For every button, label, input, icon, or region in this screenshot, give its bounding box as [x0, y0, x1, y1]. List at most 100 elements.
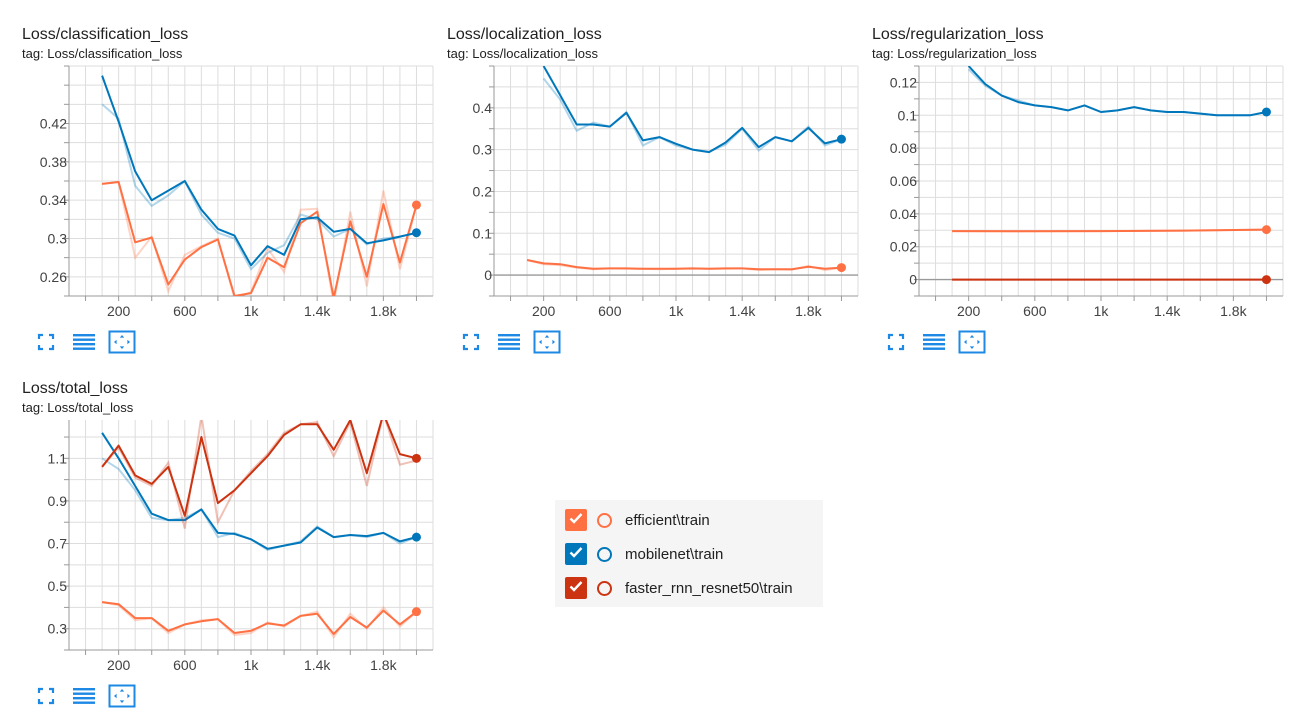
y-tick-label: 0.7: [48, 536, 68, 552]
chart-tag: tag: Loss/localization_loss: [447, 46, 599, 61]
lines-icon: [497, 332, 521, 357]
y-tick-label: 0.9: [48, 493, 68, 509]
chart-card-localization: Loss/localization_loss tag: Loss/localiz…: [447, 26, 862, 356]
series-raw-line-mobilenet: [101, 103, 417, 271]
x-tick-label: 1k: [244, 657, 260, 673]
fit-domain-button[interactable]: [108, 330, 136, 359]
series-end-marker-mobilenet[interactable]: [411, 532, 421, 542]
toggle-log-scale-button[interactable]: [70, 685, 98, 711]
run-label: mobilenet\train: [625, 545, 724, 563]
x-tick-label: 1.8k: [370, 657, 397, 673]
y-tick-label: 0.42: [40, 116, 67, 132]
chart-card-classification: Loss/classification_loss tag: Loss/class…: [22, 26, 437, 356]
series-end-marker-mobilenet[interactable]: [836, 134, 846, 144]
fit-domain-button[interactable]: [533, 330, 561, 357]
chart-toolbar: [457, 330, 561, 357]
check-icon: [568, 578, 584, 599]
fit-domain-icon: [108, 684, 136, 713]
legend-item-mobilenet[interactable]: mobilenet\train: [565, 540, 723, 568]
series-line-mobilenet[interactable]: [101, 432, 417, 550]
plot-area[interactable]: 200 600 1k 1.4k 1.8k 0.26 0.3 0.34 0.38 0.42: [22, 65, 437, 326]
y-tick-label: 0.3: [48, 621, 68, 637]
plot-area[interactable]: 200 600 1k 1.4k 1.8k 0 0.02 0.04 0.06 0.08 0.1 0.12: [872, 65, 1287, 326]
x-tick-label: 1.8k: [370, 303, 397, 319]
lines-icon: [922, 332, 946, 357]
fullscreen-button[interactable]: [882, 331, 910, 357]
fullscreen-icon: [36, 332, 56, 357]
legend-item-efficient[interactable]: efficient\train: [565, 506, 710, 534]
chart-title: Loss/regularization_loss: [872, 26, 1044, 43]
fullscreen-button[interactable]: [32, 685, 60, 711]
y-tick-label: 0.06: [890, 173, 917, 189]
run-checkbox[interactable]: [565, 577, 587, 599]
chart-card-regularization: Loss/regularization_loss tag: Loss/regul…: [872, 26, 1287, 356]
plot-area[interactable]: 200 600 1k 1.4k 1.8k 0 0.1 0.2 0.3 0.4: [447, 65, 862, 326]
run-label: efficient\train: [625, 511, 710, 529]
chart-tag: tag: Loss/regularization_loss: [872, 46, 1037, 61]
plot-area[interactable]: 200 600 1k 1.4k 1.8k 0.3 0.5 0.7 0.9 1.1: [22, 420, 437, 680]
fit-domain-button[interactable]: [958, 330, 986, 359]
x-tick-label: 600: [598, 303, 622, 319]
x-tick-label: 200: [532, 303, 556, 319]
series-end-marker-efficient[interactable]: [411, 200, 421, 210]
grid: [494, 65, 859, 297]
x-tick-label: 600: [173, 303, 197, 319]
x-tick-label: 1k: [1094, 303, 1110, 319]
fullscreen-icon: [36, 686, 56, 711]
series-end-marker-mobilenet[interactable]: [1261, 107, 1271, 117]
x-tick-label: 1.4k: [304, 303, 331, 319]
toggle-log-scale-button[interactable]: [495, 331, 523, 357]
run-color-ring-icon[interactable]: [597, 512, 612, 528]
y-tick-label: 0.34: [40, 192, 67, 208]
fit-domain-button[interactable]: [108, 684, 136, 713]
chart-toolbar: [882, 330, 986, 359]
lines-icon: [72, 686, 96, 711]
x-tick-label: 1k: [669, 303, 685, 319]
x-tick-label: 200: [107, 303, 131, 319]
run-color-ring-icon[interactable]: [597, 546, 612, 562]
chart-title: Loss/total_loss: [22, 380, 128, 397]
fullscreen-icon: [461, 332, 481, 357]
toggle-log-scale-button[interactable]: [70, 331, 98, 357]
legend-item-faster-rnn[interactable]: faster_rnn_resnet50\train: [565, 574, 793, 602]
run-checkbox[interactable]: [565, 509, 587, 531]
y-tick-label: 0.3: [48, 231, 68, 247]
series-line-efficient[interactable]: [101, 601, 418, 635]
series-end-marker-efficient[interactable]: [411, 607, 421, 617]
y-tick-label: 0.3: [473, 142, 493, 158]
check-icon: [568, 510, 584, 531]
y-tick-label: 0.1: [898, 107, 918, 123]
run-checkbox[interactable]: [565, 543, 587, 565]
x-tick-label: 1.4k: [729, 303, 756, 319]
chart-card-total: Loss/total_loss tag: Loss/total_loss 200…: [22, 380, 437, 715]
fullscreen-button[interactable]: [32, 331, 60, 357]
chart-tag: tag: Loss/total_loss: [22, 400, 134, 415]
lines-icon: [72, 332, 96, 357]
series-end-marker-faster[interactable]: [1261, 275, 1271, 285]
check-icon: [568, 544, 584, 565]
chart-tag: tag: Loss/classification_loss: [22, 46, 183, 61]
chart-toolbar: [32, 684, 136, 713]
x-tick-label: 1.4k: [304, 657, 331, 673]
chart-title: Loss/localization_loss: [447, 26, 602, 43]
fit-domain-icon: [108, 330, 136, 359]
y-tick-label: 0: [909, 272, 917, 288]
runs-legend: efficient\train mobilenet\train faster_r…: [555, 500, 823, 607]
series-end-marker-efficient[interactable]: [836, 263, 846, 273]
y-tick-label: 0.5: [48, 578, 68, 594]
series-end-marker-efficient[interactable]: [1261, 225, 1271, 235]
fit-domain-icon: [958, 330, 986, 359]
x-tick-label: 200: [957, 303, 981, 319]
series-end-marker-faster[interactable]: [411, 453, 421, 463]
toggle-log-scale-button[interactable]: [920, 331, 948, 357]
series-end-marker-mobilenet[interactable]: [411, 228, 421, 238]
fullscreen-button[interactable]: [457, 331, 485, 357]
grid: [69, 65, 434, 297]
y-tick-label: 0.38: [40, 154, 67, 170]
y-tick-label: 0.2: [473, 183, 493, 199]
x-tick-label: 600: [173, 657, 197, 673]
chart-toolbar: [32, 330, 136, 359]
y-tick-label: 0.04: [890, 206, 917, 222]
run-color-ring-icon[interactable]: [597, 580, 612, 596]
x-tick-label: 600: [1023, 303, 1047, 319]
